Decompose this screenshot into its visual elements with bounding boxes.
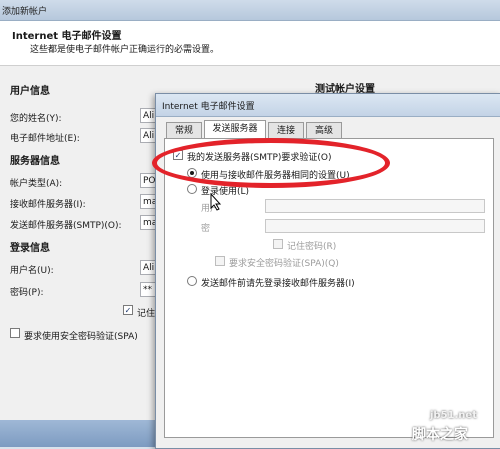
login-using-label: 登录使用(L) (201, 187, 250, 197)
spa-checkbox[interactable] (215, 256, 225, 266)
smtp-auth-checkbox[interactable] (173, 150, 183, 160)
settings-header: Internet 电子邮件设置 这些都是使电子邮件帐户正确运行的必需设置。 (0, 21, 500, 66)
email-settings-dialog: Internet 电子邮件设置 常规 发送服务器 连接 高级 我的发送服务器(S… (155, 93, 500, 449)
watermark-domain: jb51.net (430, 410, 477, 421)
login-password-field[interactable] (265, 219, 485, 233)
login-info-heading: 登录信息 (10, 243, 50, 254)
window-title-bar[interactable]: 添加新帐户 (0, 0, 500, 21)
require-spa-checkbox[interactable] (10, 328, 20, 338)
name-label: 您的姓名(Y): (10, 114, 62, 124)
server-info-heading: 服务器信息 (10, 156, 60, 167)
user-info-heading: 用户信息 (10, 86, 50, 97)
email-label: 电子邮件地址(E): (10, 134, 80, 144)
remember-pwd-checkbox[interactable] (273, 239, 283, 249)
login-password-label: 密 (201, 224, 211, 234)
same-settings-radio[interactable] (187, 168, 197, 178)
window-title: 添加新帐户 (2, 7, 48, 17)
remember-pwd-label: 记住密码(R) (287, 242, 337, 252)
mouse-cursor-icon (210, 193, 222, 211)
login-before-send-label: 发送邮件前请先登录接收邮件服务器(I) (201, 279, 355, 289)
login-user-field[interactable] (265, 199, 485, 213)
login-using-radio[interactable] (187, 184, 197, 194)
tab-general[interactable]: 常规 (166, 122, 202, 138)
watermark-site: 脚本之家 (412, 427, 468, 443)
login-before-send-radio[interactable] (187, 276, 197, 286)
password-label: 密码(P): (10, 288, 44, 298)
smtp-auth-label: 我的发送服务器(SMTP)要求验证(O) (187, 153, 332, 163)
dialog-title: Internet 电子邮件设置 (162, 102, 255, 112)
dialog-title-bar[interactable]: Internet 电子邮件设置 (156, 94, 500, 117)
remember-password-checkbox[interactable] (123, 305, 133, 315)
spa-label: 要求安全密码验证(SPA)(Q) (229, 259, 339, 269)
account-type-label: 帐户类型(A): (10, 179, 63, 189)
username-label: 用户名(U): (10, 266, 54, 276)
remember-password-label: 记住 (137, 309, 156, 319)
tab-advanced[interactable]: 高级 (306, 122, 342, 138)
tab-connection[interactable]: 连接 (268, 122, 304, 138)
taskbar (0, 420, 155, 447)
incoming-server-label: 接收邮件服务器(I): (10, 200, 86, 210)
tab-outgoing-server[interactable]: 发送服务器 (204, 120, 266, 139)
header-subtitle: 这些都是使电子邮件帐户正确运行的必需设置。 (30, 45, 220, 55)
outgoing-server-label: 发送邮件服务器(SMTP)(O): (10, 221, 122, 231)
outgoing-server-panel: 我的发送服务器(SMTP)要求验证(O) 使用与接收邮件服务器相同的设置(U) … (164, 138, 494, 438)
same-settings-label: 使用与接收邮件服务器相同的设置(U) (201, 171, 350, 181)
header-title: Internet 电子邮件设置 (12, 31, 122, 42)
require-spa-label: 要求使用安全密码验证(SPA) (24, 332, 138, 342)
